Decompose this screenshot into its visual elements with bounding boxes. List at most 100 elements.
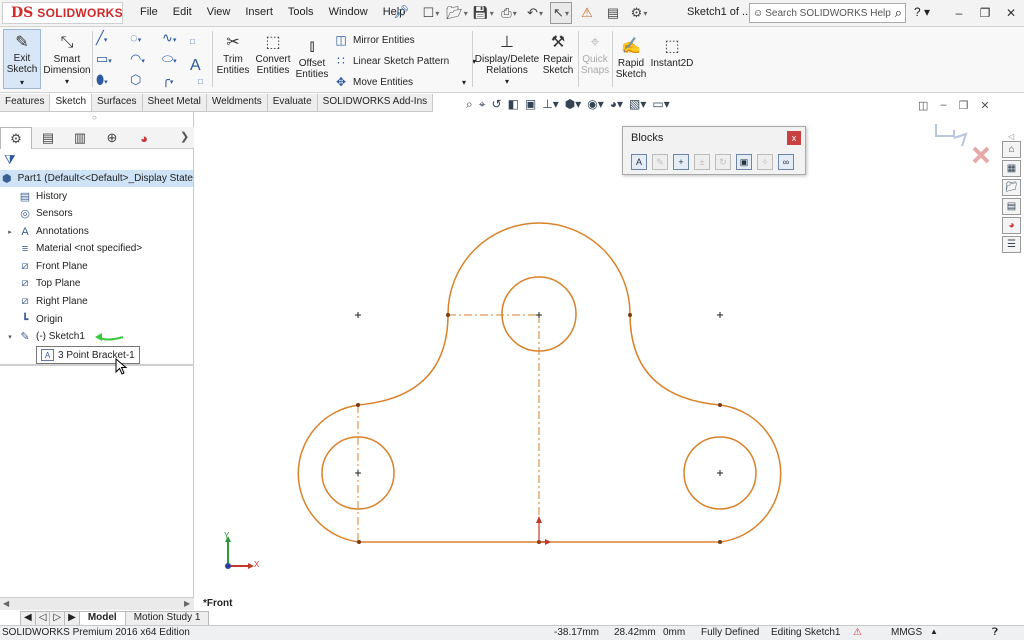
manager-tabs-scroll-icon[interactable]: ❯	[180, 130, 189, 143]
tree-item-top-plane[interactable]: ⧄ Top Plane	[8, 275, 81, 292]
help-search-box[interactable]: ☺ Search SOLIDWORKS Help ⌕	[749, 3, 906, 23]
display-style-icon[interactable]: ⬢▾	[565, 97, 582, 112]
viewport-minimize-icon[interactable]: –	[940, 99, 946, 112]
feature-manager-tab-icon[interactable]: ⚙	[0, 127, 32, 149]
units-dropdown-icon[interactable]: ▲	[930, 627, 938, 636]
configuration-manager-tab-icon[interactable]: ▥	[64, 127, 96, 149]
offset-entities-button[interactable]: ⫾ Offset Entities	[294, 35, 330, 80]
tab-sheet-metal[interactable]: Sheet Metal	[143, 94, 207, 111]
view-palette-icon[interactable]: ▤	[1002, 198, 1021, 215]
move-entities-dropdown-icon[interactable]: ▾	[462, 78, 466, 87]
instant2d-button[interactable]: ⬚ Instant2D	[650, 35, 694, 69]
scroll-next-icon[interactable]: ▷	[49, 611, 66, 626]
sketch-point[interactable]	[628, 313, 632, 317]
open-folder-icon[interactable]: 📂︎ ▾	[446, 2, 468, 24]
tree-item-material[interactable]: ≡ Material <not specified>	[8, 240, 142, 257]
dynamic-annotation-icon[interactable]: ▣	[525, 97, 536, 112]
display-delete-relations-button[interactable]: ⊥ Display/Delete Relations ▾	[474, 31, 540, 87]
spline-icon[interactable]: ∿▾	[162, 30, 176, 46]
section-view-icon[interactable]: ◧	[508, 97, 519, 112]
point-icon[interactable]: □	[190, 37, 195, 46]
zoom-to-fit-icon[interactable]: ⌕	[466, 97, 473, 112]
horizontal-scrollbar[interactable]: ◀ ▶	[0, 597, 194, 610]
file-explorer-icon[interactable]: 📁︎	[1002, 179, 1021, 196]
close-icon[interactable]: ✕	[998, 0, 1024, 26]
trim-entities-button[interactable]: ✂ Trim Entities	[214, 31, 252, 76]
dimxpert-tab-icon[interactable]: ⊕	[96, 127, 128, 149]
quick-tips-icon[interactable]: ❓︎	[992, 627, 998, 638]
file-properties-icon[interactable]: ▤	[602, 2, 624, 24]
panel-grip-icon[interactable]: ○	[92, 113, 97, 122]
tree-item-right-plane[interactable]: ⧄ Right Plane	[8, 293, 88, 310]
move-entities-button[interactable]: ✥ Move Entities ▾	[334, 75, 466, 89]
cancel-sketch-icon[interactable]	[972, 146, 990, 164]
slot-icon[interactable]: ⬮▾	[96, 72, 108, 88]
solidworks-logo[interactable]: DS SOLIDWORKS	[2, 2, 123, 24]
rebuild-traffic-light-icon[interactable]: ⚠︎	[576, 2, 598, 24]
rapid-sketch-button[interactable]: ✍ Rapid Sketch	[614, 35, 648, 80]
linear-sketch-pattern-button[interactable]: ∷ Linear Sketch Pattern ▾	[334, 54, 476, 68]
tab-addins[interactable]: SOLIDWORKS Add-Ins	[318, 94, 434, 111]
tree-item-sensors[interactable]: ◎ Sensors	[8, 205, 73, 222]
accept-sketch-icon[interactable]	[935, 124, 968, 147]
tree-item-origin[interactable]: ┗ Origin	[8, 311, 63, 328]
scroll-first-icon[interactable]: ◀	[20, 611, 36, 626]
menu-edit[interactable]: Edit	[173, 6, 192, 18]
explode-block-icon[interactable]: ✧	[757, 154, 773, 170]
quick-snaps-button[interactable]: ⌖ Quick Snaps	[580, 31, 610, 76]
menu-view[interactable]: View	[207, 6, 231, 18]
tree-item-front-plane[interactable]: ⧄ Front Plane	[8, 258, 88, 275]
tab-features[interactable]: Features	[0, 94, 51, 111]
tab-weldments[interactable]: Weldments	[207, 94, 268, 111]
make-block-icon[interactable]: A	[631, 154, 647, 170]
menu-window[interactable]: Window	[329, 6, 368, 18]
line-icon[interactable]: ╱▾	[96, 30, 107, 46]
rebuild-indicator-icon[interactable]: ⚠︎	[853, 627, 862, 638]
expand-arrow-icon[interactable]: ▸	[2, 228, 18, 236]
menu-insert[interactable]: Insert	[245, 6, 273, 18]
relations-dropdown-icon[interactable]: ▾	[505, 76, 509, 87]
select-arrow-icon[interactable]: ↖ ▾	[550, 2, 572, 24]
convert-entities-button[interactable]: ⬚ Convert Entities	[252, 31, 294, 76]
arc-icon[interactable]: ◠▾	[130, 51, 145, 67]
sketch-point[interactable]	[446, 313, 450, 317]
restore-icon[interactable]: ❐	[972, 0, 998, 26]
circle-icon[interactable]: ◌▾	[130, 30, 141, 45]
hide-show-items-icon[interactable]: ◉▾	[587, 97, 604, 112]
repair-sketch-button[interactable]: ⚒ Repair Sketch	[540, 31, 576, 76]
status-editing[interactable]: Editing Sketch1	[771, 627, 841, 638]
property-manager-tab-icon[interactable]: ▤	[32, 127, 64, 149]
filter-icon[interactable]: ⧩	[4, 152, 16, 168]
solidworks-resources-icon[interactable]: ⌂	[1002, 141, 1021, 158]
status-units[interactable]: MMGS	[891, 627, 922, 638]
edit-appearance-icon[interactable]: ◕▾	[610, 97, 623, 112]
rebuild-block-icon[interactable]: ↻	[715, 154, 731, 170]
plane-icon[interactable]: □	[198, 77, 203, 86]
sketch-point[interactable]	[357, 540, 361, 544]
panel-splitter[interactable]	[0, 364, 194, 366]
task-pane-grip-icon[interactable]: ◁	[1008, 132, 1014, 141]
minimize-icon[interactable]: –	[946, 0, 972, 26]
tree-item-history[interactable]: ▤ History	[8, 188, 67, 205]
viewport-tile-icon[interactable]: ◫	[918, 99, 928, 112]
save-icon[interactable]: 💾︎ ▾	[472, 2, 494, 24]
fillet-icon[interactable]: ╭▾	[162, 72, 173, 88]
apply-scene-icon[interactable]: ▧▾	[629, 97, 646, 112]
tab-motion-study[interactable]: Motion Study 1	[124, 611, 210, 626]
viewport-restore-icon[interactable]: ❐	[959, 99, 969, 112]
tree-item-sketch1[interactable]: ▾ ✎ (-) Sketch1	[2, 328, 127, 345]
sketch-point[interactable]	[718, 540, 722, 544]
smart-dimension-dropdown-icon[interactable]: ▾	[65, 76, 69, 87]
tab-model[interactable]: Model	[78, 611, 126, 626]
display-manager-tab-icon[interactable]: ◕	[128, 127, 160, 149]
scroll-prev-icon[interactable]: ◁	[34, 611, 51, 626]
collapse-arrow-icon[interactable]: ▾	[2, 333, 18, 341]
tree-part-row[interactable]: ⬢ Part1 (Default<<Default>_Display State	[0, 170, 193, 187]
search-icon[interactable]: ⌕	[895, 5, 902, 21]
add-remove-icon[interactable]: ±	[694, 154, 710, 170]
graphics-area[interactable]	[195, 112, 1000, 610]
scroll-right-icon[interactable]: ▶	[184, 599, 190, 608]
ellipse-icon[interactable]: ⬭▾	[162, 51, 177, 67]
blocks-close-button[interactable]: x	[787, 131, 801, 145]
smart-dimension-button[interactable]: ⤡ Smart Dimension ▾	[43, 31, 90, 87]
